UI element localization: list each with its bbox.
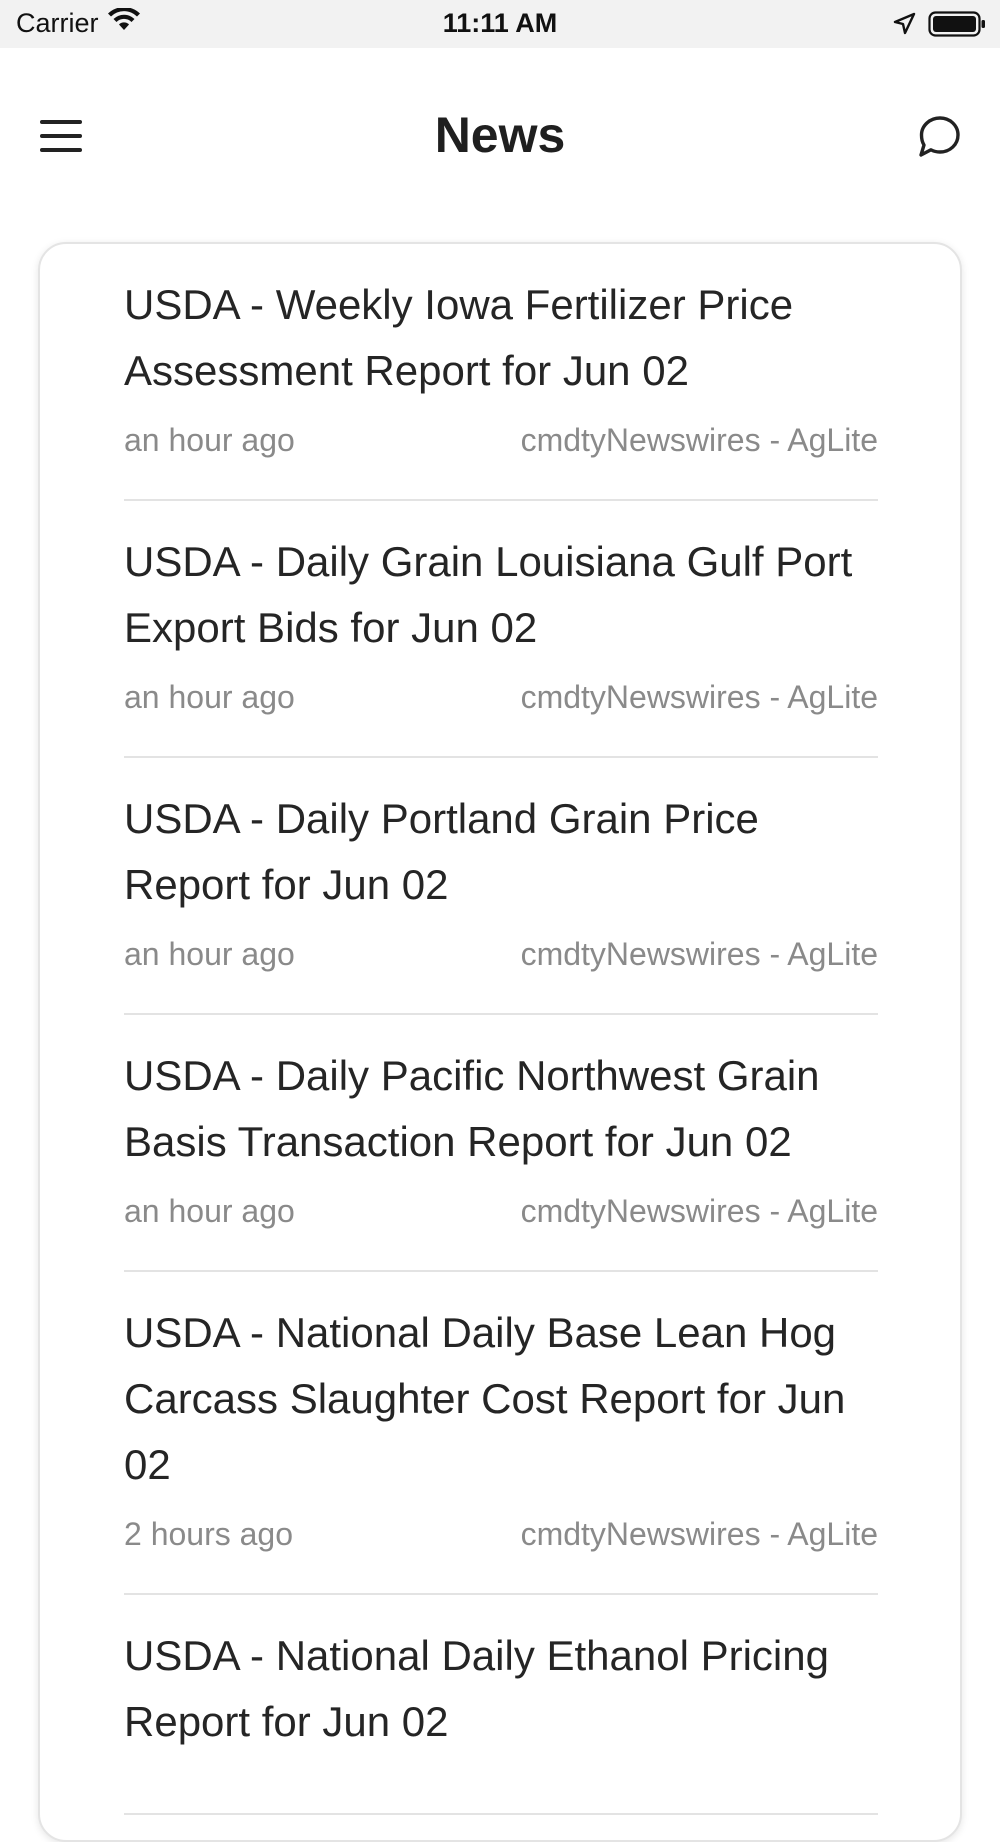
app-header: News: [0, 48, 1000, 233]
battery-icon: [928, 10, 986, 43]
news-title: USDA - Daily Pacific Northwest Grain Bas…: [124, 1052, 820, 1165]
news-card: USDA - Weekly Iowa Fertilizer Price Asse…: [38, 242, 962, 1842]
news-meta: an hour ago cmdtyNewswires - AgLite: [124, 936, 878, 973]
news-source: cmdtyNewswires - AgLite: [520, 1516, 878, 1552]
news-source: cmdtyNewswires - AgLite: [520, 679, 878, 715]
news-title: USDA - Daily Grain Louisiana Gulf Port E…: [124, 538, 853, 651]
news-title: USDA - National Daily Base Lean Hog Carc…: [124, 1309, 846, 1488]
news-title: USDA - Daily Portland Grain Price Report…: [124, 795, 759, 908]
page-title: News: [434, 107, 566, 163]
status-time: 11:11 AM: [442, 8, 558, 38]
news-item[interactable]: USDA - Weekly Iowa Fertilizer Price Asse…: [124, 244, 878, 501]
news-title: USDA - Weekly Iowa Fertilizer Price Asse…: [124, 281, 794, 394]
location-arrow-icon: [892, 12, 916, 41]
news-source: cmdtyNewswires - AgLite: [520, 1193, 878, 1229]
chat-bubble-icon: [914, 116, 964, 166]
news-time: an hour ago: [124, 679, 295, 715]
news-time: an hour ago: [124, 936, 295, 972]
news-time: an hour ago: [124, 422, 295, 458]
news-item[interactable]: USDA - National Daily Ethanol Pricing Re…: [124, 1595, 878, 1815]
news-item[interactable]: USDA - Daily Portland Grain Price Report…: [124, 758, 878, 1015]
news-item[interactable]: USDA - National Daily Base Lean Hog Carc…: [124, 1272, 878, 1595]
news-meta: an hour ago cmdtyNewswires - AgLite: [124, 422, 878, 459]
news-title: USDA - National Daily Ethanol Pricing Re…: [124, 1632, 829, 1745]
news-meta: an hour ago cmdtyNewswires - AgLite: [124, 1193, 878, 1230]
news-time: 2 hours ago: [124, 1516, 294, 1552]
news-list: USDA - Weekly Iowa Fertilizer Price Asse…: [124, 244, 878, 1815]
status-right-group: [892, 10, 986, 43]
news-source: cmdtyNewswires - AgLite: [520, 936, 878, 972]
news-meta: 2 hours ago cmdtyNewswires - AgLite: [124, 1516, 878, 1553]
news-time: an hour ago: [124, 1193, 295, 1229]
news-item[interactable]: USDA - Daily Grain Louisiana Gulf Port E…: [124, 501, 878, 758]
news-item[interactable]: USDA - Daily Pacific Northwest Grain Bas…: [124, 1015, 878, 1272]
news-meta: an hour ago cmdtyNewswires - AgLite: [124, 679, 878, 716]
news-source: cmdtyNewswires - AgLite: [520, 422, 878, 458]
status-bar: Carrier 11:11 AM: [0, 0, 1000, 48]
chat-button[interactable]: [914, 112, 964, 162]
